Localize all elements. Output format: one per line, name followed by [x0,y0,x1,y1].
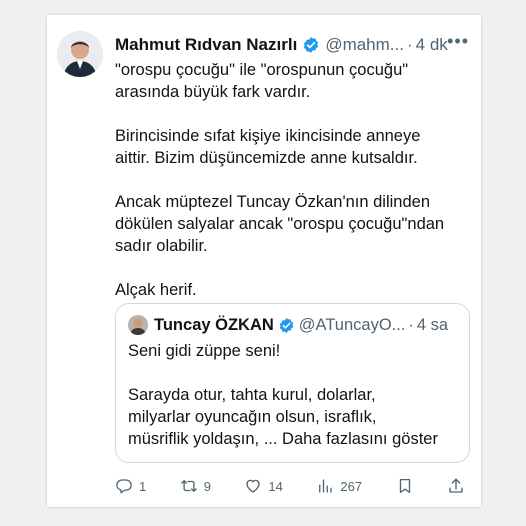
heart-icon [246,479,261,493]
quoted-tweet[interactable]: Tuncay ÖZKAN @ATuncayO... · 4 sa Seni gi… [115,303,470,463]
author-avatar[interactable] [57,31,103,77]
quoted-line: Sarayda otur, tahta kurul, dolarlar, [128,386,376,404]
tweet-line: arasında büyük fark vardır. [115,83,311,101]
separator-dot: · [408,315,414,334]
verified-badge-icon [304,37,319,53]
tweet-line: Ancak müptezel Tuncay Özkan'nın dilinden [115,193,430,211]
tweet-line: Birincisinde sıfat kişiye ikincisinde an… [115,127,421,145]
tweet-actions: 1 9 14 267 [115,477,465,495]
quoted-tweet-text: Seni gidi züppe seni! Sarayda otur, taht… [128,340,457,450]
quoted-line: müsriflik yoldaşın, ... Daha fazlasını g… [128,430,438,448]
like-count: 14 [268,478,283,494]
bookmark-icon [399,478,410,494]
views-button[interactable]: 267 [316,477,362,495]
reply-button[interactable]: 1 [115,477,146,495]
quoted-author-handle[interactable]: @ATuncayO... [299,316,406,335]
like-button[interactable]: 14 [244,477,283,495]
retweet-button[interactable]: 9 [180,477,211,495]
author-handle[interactable]: @mahm... [325,35,404,55]
tweet-header: Mahmut Rıdvan Nazırlı @mahm... · 4 dk ••… [115,31,469,57]
tweet-text: "orospu çocuğu" ile "orospunun çocuğu" a… [115,59,465,301]
tweet-line: Alçak herif. [115,281,197,299]
tweet-line: dökülen salyalar ancak "orospu çocuğu"nd… [115,215,445,233]
quoted-author-name[interactable]: Tuncay ÖZKAN [154,316,274,335]
quoted-tweet-header: Tuncay ÖZKAN @ATuncayO... · 4 sa [128,314,457,336]
retweet-icon [180,480,197,492]
separator-dot: · [406,35,413,54]
avatar-image [57,31,103,77]
reply-count: 1 [139,478,147,494]
tweet-time[interactable]: 4 dk [416,35,448,55]
tweet-line: aittir. Bizim düşüncemizde anne kutsaldı… [115,149,418,167]
tweet-line: sadır olabilir. [115,237,208,255]
tweet-line: "orospu çocuğu" ile "orospunun çocuğu" [115,61,409,79]
share-icon [449,478,463,493]
tweet-card[interactable]: Mahmut Rıdvan Nazırlı @mahm... · 4 dk ••… [47,15,481,507]
quoted-author-avatar[interactable] [128,315,148,335]
quoted-line: milyarlar oyuncağın olsun, israflık, [128,408,377,426]
quoted-tweet-time[interactable]: 4 sa [417,316,448,335]
quoted-line: Seni gidi züppe seni! [128,342,281,360]
quoted-avatar-image [128,315,148,335]
author-name[interactable]: Mahmut Rıdvan Nazırlı [115,35,297,55]
share-button[interactable] [447,477,465,495]
retweet-count: 9 [203,478,211,494]
views-count: 267 [340,478,363,494]
more-horizontal-icon[interactable]: ••• [447,31,469,52]
verified-badge-icon [279,317,294,333]
bookmark-button[interactable] [396,477,414,495]
views-chart-icon [319,479,333,493]
reply-icon [116,479,132,494]
